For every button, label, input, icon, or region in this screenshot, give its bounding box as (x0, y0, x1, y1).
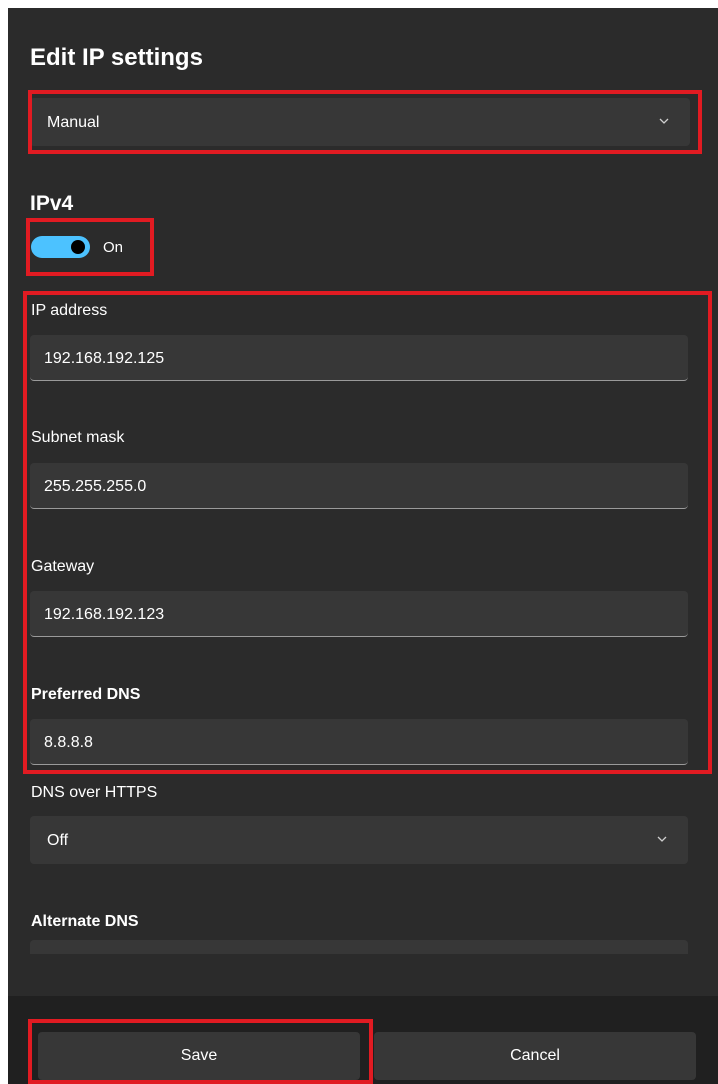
preferred-dns-label: Preferred DNS (31, 686, 141, 703)
subnet-mask-label: Subnet mask (31, 429, 125, 446)
alternate-dns-input[interactable] (30, 940, 688, 954)
preferred-dns-input[interactable]: 8.8.8.8 (30, 719, 688, 765)
subnet-mask-value: 255.255.255.0 (44, 478, 147, 495)
dns-over-https-value: Off (47, 832, 69, 849)
ipv4-toggle-label: On (103, 239, 124, 256)
ipv4-toggle-row: On (30, 229, 150, 259)
cancel-button[interactable]: Cancel (374, 1032, 696, 1080)
gateway-label: Gateway (31, 558, 95, 575)
ip-address-value: 192.168.192.125 (44, 350, 165, 367)
gateway-input[interactable]: 192.168.192.123 (30, 591, 688, 637)
ip-assignment-select[interactable]: Manual (30, 98, 690, 146)
ipv4-heading: IPv4 (30, 192, 74, 215)
toggle-knob (71, 240, 85, 254)
preferred-dns-value: 8.8.8.8 (44, 734, 93, 751)
dialog-title: Edit IP settings (30, 44, 203, 71)
save-button[interactable]: Save (38, 1032, 360, 1080)
chevron-down-icon (659, 118, 669, 124)
ip-address-label: IP address (31, 302, 108, 319)
dns-over-https-label: DNS over HTTPS (31, 784, 158, 801)
subnet-mask-input[interactable]: 255.255.255.0 (30, 463, 688, 509)
chevron-down-icon (657, 836, 667, 842)
alternate-dns-label: Alternate DNS (31, 913, 139, 930)
gateway-value: 192.168.192.123 (44, 606, 165, 623)
ip-address-input[interactable]: 192.168.192.125 (30, 335, 688, 381)
ipv4-toggle[interactable] (31, 236, 90, 258)
dns-over-https-select[interactable]: Off (30, 816, 688, 864)
ip-assignment-value: Manual (47, 114, 100, 131)
